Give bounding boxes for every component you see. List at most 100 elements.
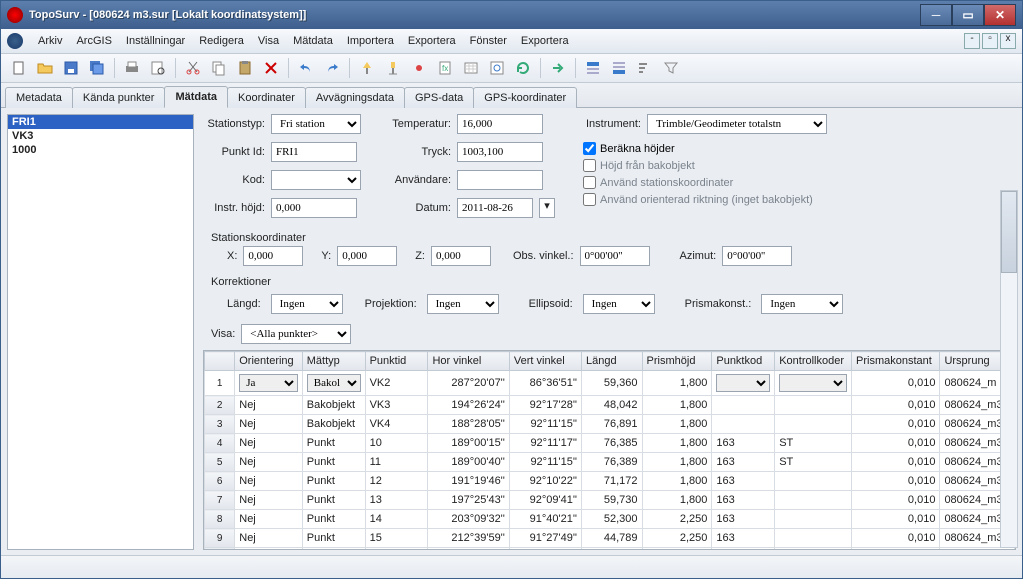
tab-metadata[interactable]: Metadata (5, 87, 73, 108)
grid-cell[interactable]: Punkt (302, 472, 365, 491)
grid-cell[interactable]: 2,250 (642, 510, 712, 529)
grid-cell[interactable] (712, 396, 775, 415)
scrollbar-thumb[interactable] (1001, 191, 1017, 273)
minimize-button[interactable]: ─ (920, 4, 952, 26)
grid-cell[interactable]: 247°27'58'' (428, 548, 509, 551)
tryck-input[interactable] (457, 142, 543, 162)
cell-select[interactable] (716, 374, 770, 392)
kod-select[interactable] (271, 170, 361, 190)
grid-col-header[interactable]: Prismakonstant (852, 352, 940, 371)
grid-cell[interactable]: 163 (712, 529, 775, 548)
grid-cell[interactable]: 86°36'51'' (509, 371, 581, 396)
obsvinkel-input[interactable] (580, 246, 650, 266)
tab-gps-koordinater[interactable]: GPS-koordinater (473, 87, 577, 108)
grid-cell[interactable]: 38,591 (582, 548, 643, 551)
grid-cell[interactable]: 1,800 (642, 371, 712, 396)
table-row[interactable]: 4NejPunkt10189°00'15''92°11'17''76,3851,… (205, 434, 1015, 453)
grid-cell[interactable]: 1,800 (642, 472, 712, 491)
grid-col-header[interactable]: Kontrollkoder (775, 352, 852, 371)
cell-select[interactable]: Bakol (307, 374, 361, 392)
menu-exportera[interactable]: Exportera (401, 32, 463, 50)
table-row[interactable]: 9NejPunkt15212°39'59''91°27'49''44,7892,… (205, 529, 1015, 548)
grid-cell[interactable]: 163 (712, 434, 775, 453)
station-item[interactable]: VK3 (8, 129, 193, 143)
grid-cell[interactable] (775, 529, 852, 548)
grid-cell[interactable]: 76,389 (582, 453, 643, 472)
grid-cell[interactable]: 189°00'40'' (428, 453, 509, 472)
tool-calc-icon[interactable]: fx (433, 56, 457, 80)
grid-cell[interactable]: Nej (235, 453, 303, 472)
grid-cell[interactable]: 91°40'21'' (509, 510, 581, 529)
grid-cell[interactable]: 203°09'32'' (428, 510, 509, 529)
grid-cell[interactable]: Bakol (302, 371, 365, 396)
grid-cell[interactable]: Nej (235, 434, 303, 453)
grid-cell[interactable]: VK2 (365, 371, 428, 396)
grid-cell[interactable]: 91°27'49'' (509, 529, 581, 548)
menu-redigera[interactable]: Redigera (192, 32, 251, 50)
grid-cell[interactable]: 13 (365, 491, 428, 510)
grid-cell[interactable] (775, 371, 852, 396)
grid-cell[interactable]: 59,730 (582, 491, 643, 510)
grid-cell[interactable]: 92°10'22'' (509, 472, 581, 491)
grid-cell[interactable] (775, 415, 852, 434)
tool-point-icon[interactable] (407, 56, 431, 80)
grid-cell[interactable]: Bakobjekt (302, 415, 365, 434)
grid-cell[interactable]: VK3 (365, 396, 428, 415)
instrhojd-input[interactable] (271, 198, 357, 218)
tool-print-preview-icon[interactable] (146, 56, 170, 80)
close-button[interactable]: ✕ (984, 4, 1016, 26)
grid-cell[interactable]: 0,010 (852, 396, 940, 415)
datum-input[interactable] (457, 198, 533, 218)
grid-cell[interactable]: Punkt (302, 548, 365, 551)
grid-cell[interactable]: 52,300 (582, 510, 643, 529)
grid-cell[interactable]: 92°17'28'' (509, 396, 581, 415)
grid-cell[interactable]: 0,010 (852, 548, 940, 551)
grid-cell[interactable]: 0,010 (852, 453, 940, 472)
tab-koordinater[interactable]: Koordinater (227, 87, 306, 108)
tool-refresh-icon[interactable] (511, 56, 535, 80)
tool-redo-icon[interactable] (320, 56, 344, 80)
grid-cell[interactable]: 1 (205, 371, 235, 396)
grid-cell[interactable]: 92°11'15'' (509, 415, 581, 434)
prisma-select[interactable]: Ingen (761, 294, 843, 314)
tool-table-icon[interactable] (459, 56, 483, 80)
grid-cell[interactable]: 10 (365, 434, 428, 453)
menu-fonster[interactable]: Fönster (463, 32, 514, 50)
table-row[interactable]: 1JaBakolVK2287°20'07''86°36'51''59,3601,… (205, 371, 1015, 396)
grid-cell[interactable]: 7 (205, 491, 235, 510)
menu-arcgis[interactable]: ArcGIS (69, 32, 118, 50)
grid-cell[interactable]: 10 (205, 548, 235, 551)
grid-cell[interactable]: 76,891 (582, 415, 643, 434)
cell-select[interactable] (779, 374, 847, 392)
x-input[interactable] (243, 246, 303, 266)
grid-col-header[interactable] (205, 352, 235, 371)
table-row[interactable]: 3NejBakobjektVK4188°28'05''92°11'15''76,… (205, 415, 1015, 434)
temperatur-input[interactable] (457, 114, 543, 134)
grid-col-header[interactable]: Längd (582, 352, 643, 371)
grid-cell[interactable]: Punkt (302, 434, 365, 453)
grid-cell[interactable]: Ja (235, 371, 303, 396)
grid-cell[interactable]: 59,360 (582, 371, 643, 396)
grid-cell[interactable]: 44,789 (582, 529, 643, 548)
grid-cell[interactable]: Nej (235, 415, 303, 434)
grid-col-header[interactable]: Vert vinkel (509, 352, 581, 371)
grid-cell[interactable]: 92°11'17'' (509, 434, 581, 453)
menu-importera[interactable]: Importera (340, 32, 401, 50)
azimut-input[interactable] (722, 246, 792, 266)
table-row[interactable]: 6NejPunkt12191°19'46''92°10'22''71,1721,… (205, 472, 1015, 491)
grid-cell[interactable]: 1,800 (642, 415, 712, 434)
tool-preview-icon[interactable] (485, 56, 509, 80)
tool-go-icon[interactable] (546, 56, 570, 80)
tool-sort-icon[interactable] (633, 56, 657, 80)
hojd-fran-checkbox[interactable] (583, 159, 596, 172)
grid-cell[interactable]: 0,010 (852, 510, 940, 529)
grid-cell[interactable]: 188°28'05'' (428, 415, 509, 434)
grid-cell[interactable]: 4 (205, 434, 235, 453)
visa-select[interactable]: <Alla punkter> (241, 324, 351, 344)
grid-cell[interactable]: 8 (205, 510, 235, 529)
grid-cell[interactable]: 89°44'38'' (509, 548, 581, 551)
grid-cell[interactable]: 212°39'59'' (428, 529, 509, 548)
tab-gps-data[interactable]: GPS-data (404, 87, 474, 108)
grid-cell[interactable]: 189°00'15'' (428, 434, 509, 453)
mdi-close-button[interactable]: x (1000, 33, 1016, 49)
